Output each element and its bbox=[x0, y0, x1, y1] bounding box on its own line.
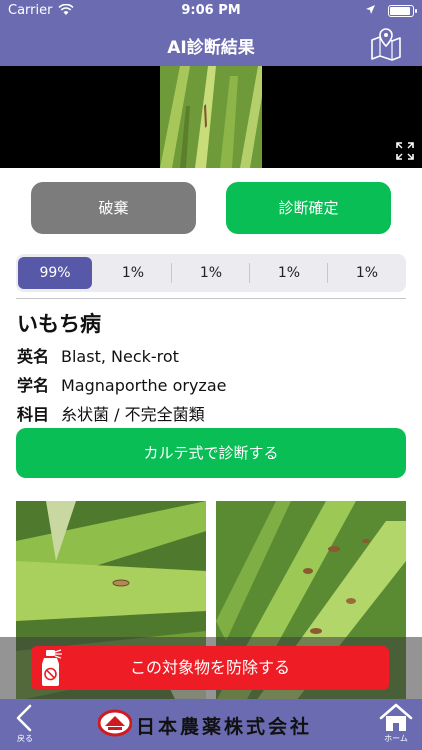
info-value: Magnaporthe oryzae bbox=[61, 376, 227, 395]
status-bar: Carrier 9:06 PM bbox=[0, 0, 422, 22]
home-icon bbox=[379, 703, 413, 731]
info-value: Blast, Neck-rot bbox=[61, 347, 179, 366]
protect-object-button[interactable]: この対象物を防除する bbox=[31, 646, 389, 690]
home-label: ホーム bbox=[384, 734, 408, 743]
nav-bar: AI診断結果 bbox=[0, 22, 422, 66]
clock: 9:06 PM bbox=[181, 3, 241, 18]
info-row-scientific-name: 学名 Magnaporthe oryzae bbox=[17, 372, 226, 396]
chevron-left-icon bbox=[16, 704, 32, 732]
expand-icon[interactable] bbox=[396, 142, 414, 160]
company-name: 日本農薬株式会社 bbox=[136, 716, 313, 738]
segment-option[interactable]: 1% bbox=[172, 254, 250, 292]
segment-option[interactable]: 1% bbox=[328, 254, 406, 292]
discard-button[interactable]: 破棄 bbox=[31, 182, 196, 234]
company-logo: 日本農薬株式会社 bbox=[98, 709, 328, 739]
back-label: 戻る bbox=[17, 734, 33, 743]
back-button[interactable]: 戻る bbox=[10, 703, 40, 747]
karte-diagnosis-button[interactable]: カルテ式で診断する bbox=[16, 428, 406, 478]
info-key: 学名 bbox=[17, 376, 50, 395]
confidence-segmented-control: 99% 1% 1% 1% 1% bbox=[16, 254, 406, 292]
info-value: 糸状菌 / 不完全菌類 bbox=[61, 405, 205, 424]
segment-option[interactable]: 99% bbox=[18, 257, 92, 289]
battery-icon bbox=[388, 5, 417, 17]
map-pin-icon[interactable] bbox=[368, 26, 404, 62]
bottom-tab-bar: 戻る 日本農薬株式会社 ホーム bbox=[0, 699, 422, 750]
location-arrow-icon bbox=[366, 5, 375, 14]
captured-photo[interactable] bbox=[160, 66, 262, 168]
confirm-diagnosis-button[interactable]: 診断確定 bbox=[226, 182, 391, 234]
company-logo-mark bbox=[98, 709, 132, 737]
segment-option[interactable]: 1% bbox=[250, 254, 328, 292]
spray-bottle-icon bbox=[42, 649, 62, 686]
info-row-category: 科目 糸状菌 / 不完全菌類 bbox=[17, 401, 205, 425]
divider bbox=[16, 298, 406, 299]
disease-name: いもち病 bbox=[17, 312, 101, 336]
segment-option[interactable]: 1% bbox=[94, 254, 172, 292]
home-button[interactable]: ホーム bbox=[378, 703, 414, 747]
info-row-english-name: 英名 Blast, Neck-rot bbox=[17, 343, 179, 367]
info-key: 科目 bbox=[17, 405, 50, 424]
info-key: 英名 bbox=[17, 347, 50, 366]
captured-photo-preview bbox=[0, 66, 422, 168]
page-title: AI診断結果 bbox=[167, 38, 255, 58]
